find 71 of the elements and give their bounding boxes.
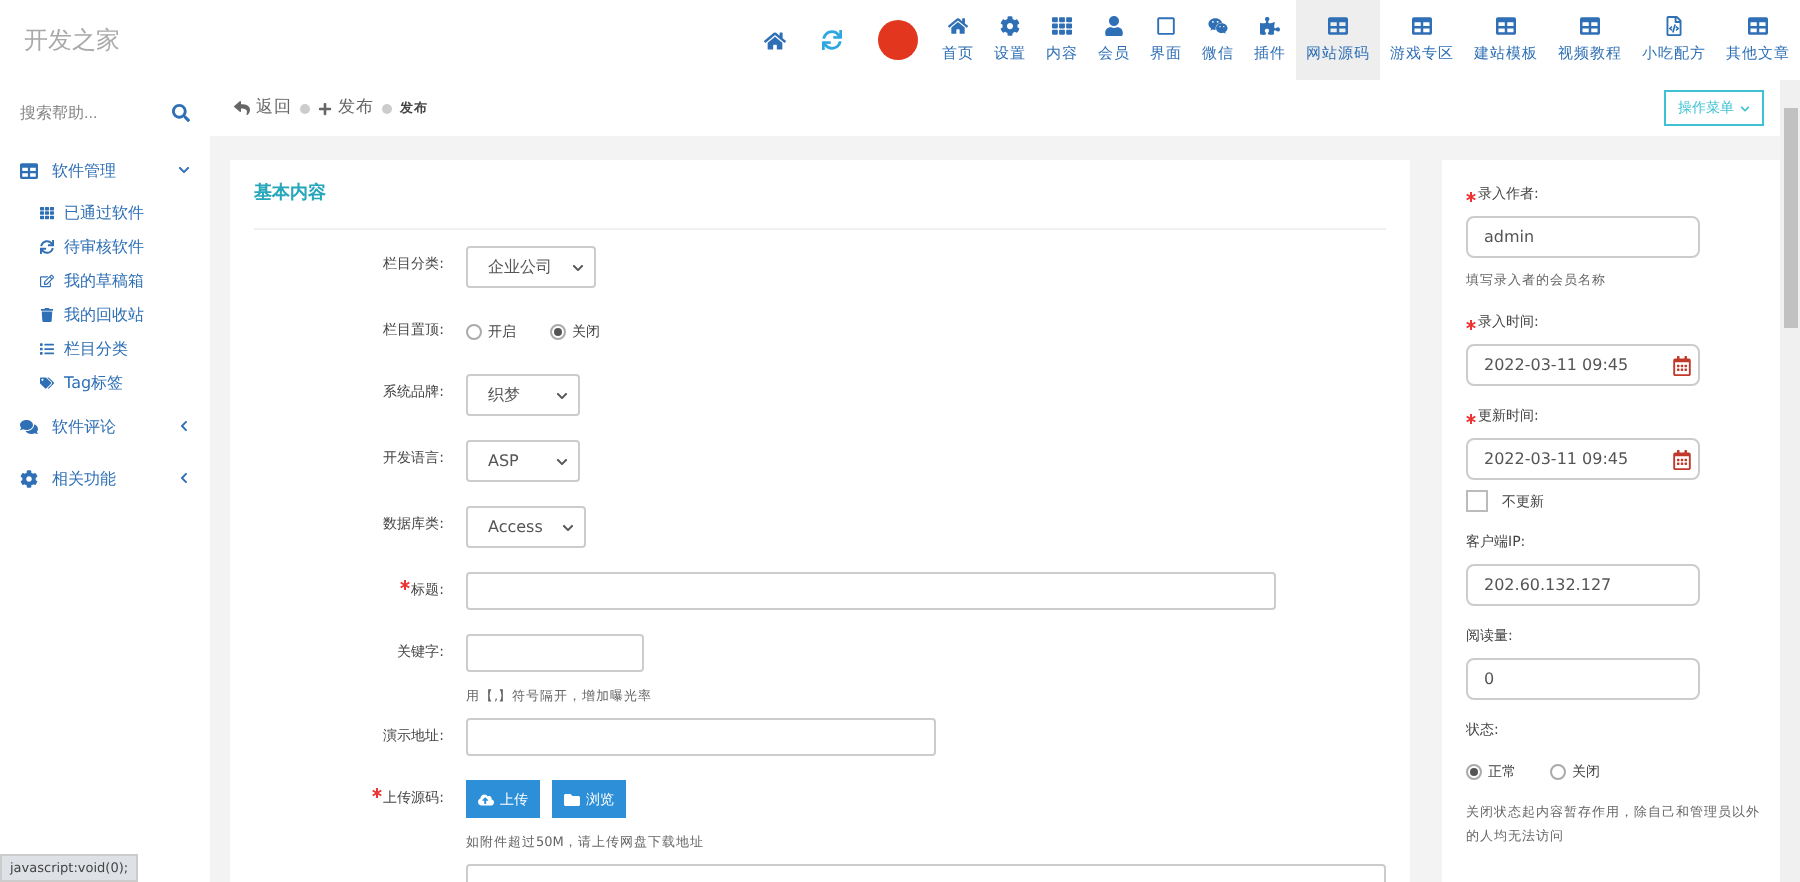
- puzzle-icon: [1260, 16, 1280, 36]
- sidebar-group[interactable]: 相关功能: [0, 452, 210, 504]
- user-avatar[interactable]: [878, 20, 918, 60]
- chevron-down-icon: [178, 164, 190, 176]
- chevron-left-icon: [178, 472, 190, 484]
- sidebar-item[interactable]: Tag标签: [0, 366, 210, 400]
- calendar-icon: [1672, 449, 1692, 469]
- dropdown[interactable]: 织梦: [466, 374, 580, 416]
- folder-icon: [564, 791, 580, 807]
- caret-icon: [556, 455, 568, 467]
- date-field[interactable]: 2022-03-11 09:45: [1466, 438, 1700, 480]
- reply-arrow-icon: [234, 100, 250, 116]
- chevron-left-icon: [178, 420, 190, 432]
- grid-icon: [1052, 16, 1072, 36]
- radio-circle[interactable]: [466, 323, 482, 339]
- toolbar-link[interactable]: 返回: [234, 96, 292, 120]
- table-icon: [1748, 16, 1768, 36]
- home-icon: [948, 16, 968, 36]
- table-icon: [20, 161, 38, 179]
- date-field[interactable]: 2022-03-11 09:45: [1466, 344, 1700, 386]
- chat-bubbles-icon: [20, 417, 38, 435]
- radio-circle[interactable]: [1466, 763, 1482, 779]
- home-icon[interactable]: [764, 29, 786, 51]
- checkbox[interactable]: [1466, 490, 1488, 512]
- grid-icon: [40, 206, 54, 220]
- radio-circle[interactable]: [1550, 763, 1566, 779]
- caret-icon: [562, 521, 575, 533]
- sidebar-group[interactable]: 软件管理: [0, 144, 210, 196]
- chat-bubbles-icon: [1208, 16, 1228, 36]
- user-icon: [1104, 16, 1124, 36]
- sidebar-item[interactable]: 栏目分类: [0, 332, 210, 366]
- input-field[interactable]: 202.60.132.127: [1466, 564, 1700, 606]
- card-title: 基本内容: [254, 160, 1386, 230]
- radio-circle[interactable]: [550, 323, 566, 339]
- input-field[interactable]: [466, 718, 936, 756]
- sidebar-item[interactable]: 我的回收站: [0, 298, 210, 332]
- toolbar-link[interactable]: 发布: [318, 96, 374, 120]
- sidebar-item[interactable]: 已通过软件: [0, 196, 210, 230]
- table-icon: [1328, 16, 1348, 36]
- plus-icon: [318, 101, 332, 115]
- input-field[interactable]: 0: [1466, 658, 1700, 700]
- sidebar-item[interactable]: 待审核软件: [0, 230, 210, 264]
- caret-icon: [1740, 103, 1750, 113]
- code-file-icon: [1664, 16, 1684, 36]
- gear-icon: [1000, 16, 1020, 36]
- gear-icon: [20, 469, 38, 487]
- list-icon: [40, 342, 54, 356]
- input-field[interactable]: admin: [1466, 216, 1700, 258]
- dropdown[interactable]: 企业公司: [466, 246, 596, 288]
- table-icon: [1412, 16, 1432, 36]
- caret-icon: [572, 261, 584, 273]
- sidebar-item[interactable]: 我的草稿箱: [0, 264, 210, 298]
- cloud-upload-icon: [478, 791, 494, 807]
- input-field[interactable]: [466, 634, 644, 672]
- separator-dot: [300, 103, 310, 113]
- trash-icon: [40, 308, 54, 322]
- edit-icon: [40, 274, 54, 288]
- refresh-icon: [40, 240, 54, 254]
- refresh-icon[interactable]: [822, 30, 842, 50]
- separator-dot: [382, 103, 392, 113]
- dropdown[interactable]: ASP: [466, 440, 580, 482]
- input-field[interactable]: [466, 572, 1276, 610]
- table-icon: [1496, 16, 1516, 36]
- calendar-icon: [1672, 355, 1692, 375]
- sidebar-group[interactable]: 软件评论: [0, 400, 210, 452]
- site-logo: 开发之家: [22, 23, 122, 57]
- dropdown[interactable]: Access: [466, 506, 587, 548]
- caret-icon: [556, 389, 568, 401]
- table-icon: [1580, 16, 1600, 36]
- tags-icon: [40, 376, 54, 390]
- search-icon[interactable]: [172, 103, 190, 121]
